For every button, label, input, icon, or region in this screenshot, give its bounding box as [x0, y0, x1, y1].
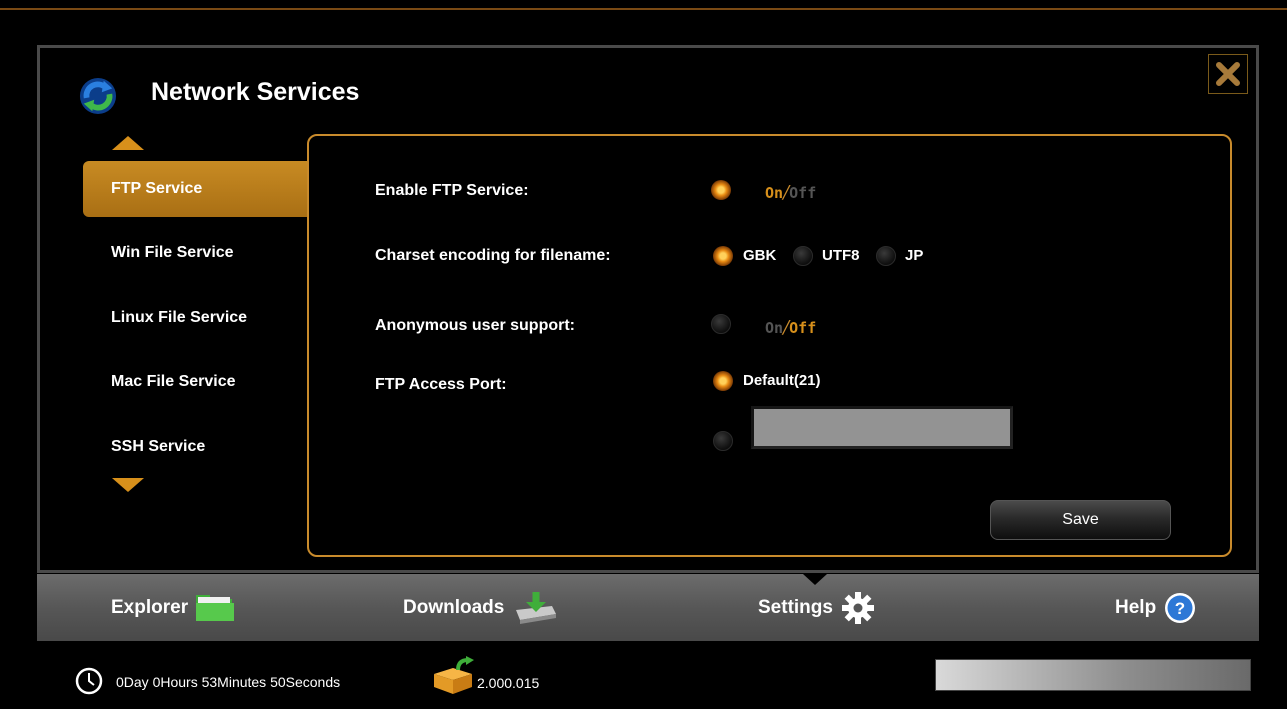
- close-icon: [1216, 62, 1240, 86]
- anonymous-off-text: Off: [789, 319, 817, 337]
- nav-tab-downloads[interactable]: Downloads: [403, 591, 558, 625]
- scroll-down-arrow-icon[interactable]: [112, 478, 144, 492]
- sidebar-item-win-file-service[interactable]: Win File Service: [83, 225, 307, 281]
- gear-icon: [841, 592, 874, 624]
- nav-tab-help-label: Help: [1115, 597, 1157, 618]
- charset-gbk-label: GBK: [743, 247, 777, 264]
- uptime-text: 0Day 0Hours 53Minutes 50Seconds: [116, 674, 341, 690]
- port-custom-input[interactable]: [751, 406, 1013, 449]
- enable-ftp-radio[interactable]: [711, 180, 731, 200]
- enable-ftp-toggle[interactable]: On/Off: [765, 182, 816, 203]
- save-button[interactable]: Save: [990, 500, 1171, 540]
- nav-tab-settings-label: Settings: [758, 597, 833, 618]
- nav-tab-downloads-label: Downloads: [403, 597, 505, 618]
- active-tab-pointer: [803, 574, 827, 585]
- enable-ftp-off-text: Off: [789, 184, 817, 202]
- charset-jp-radio[interactable]: [876, 246, 896, 266]
- nav-tab-explorer[interactable]: Explorer: [111, 591, 235, 625]
- charset-utf8-radio[interactable]: [793, 246, 813, 266]
- charset-jp-label: JP: [905, 247, 924, 264]
- enable-ftp-on-text: On: [765, 184, 784, 202]
- sync-logo-icon: [79, 77, 117, 115]
- charset-label: Charset encoding for filename:: [375, 247, 611, 264]
- folder-icon: [196, 595, 235, 621]
- download-icon: [516, 592, 557, 624]
- scroll-up-arrow-icon[interactable]: [112, 136, 144, 150]
- help-icon: ?: [1165, 593, 1196, 623]
- status-progress-bar: [935, 659, 1251, 691]
- ftp-settings-content: Enable FTP Service: On/Off Charset encod…: [307, 134, 1232, 557]
- port-default-label: Default(21): [743, 372, 821, 389]
- port-custom-radio[interactable]: [713, 431, 733, 451]
- nav-tab-settings[interactable]: Settings: [758, 591, 875, 625]
- clock-icon: [75, 667, 103, 695]
- sidebar-item-ssh-service[interactable]: SSH Service: [83, 419, 307, 475]
- svg-text:?: ?: [1175, 599, 1185, 618]
- sidebar-item-linux-file-service[interactable]: Linux File Service: [83, 290, 307, 346]
- page-title: Network Services: [151, 78, 360, 106]
- package-update-icon: [434, 656, 474, 694]
- charset-gbk-radio[interactable]: [713, 246, 733, 266]
- close-button[interactable]: [1208, 54, 1248, 94]
- bottom-nav: Explorer Downloads Settings Help ?: [37, 574, 1259, 641]
- port-default-radio[interactable]: [713, 371, 733, 391]
- sidebar-item-ftp-service[interactable]: FTP Service: [83, 161, 307, 217]
- anonymous-user-radio[interactable]: [711, 314, 731, 334]
- charset-utf8-label: UTF8: [822, 247, 860, 264]
- version-text: 2.000.015: [477, 675, 540, 691]
- nav-tab-help[interactable]: Help ?: [1115, 591, 1196, 625]
- ftp-port-label: FTP Access Port:: [375, 376, 507, 393]
- anonymous-on-text: On: [765, 319, 784, 337]
- top-strip: [0, 0, 1287, 10]
- nav-tab-explorer-label: Explorer: [111, 597, 189, 618]
- enable-ftp-label: Enable FTP Service:: [375, 182, 529, 199]
- anonymous-user-label: Anonymous user support:: [375, 317, 576, 334]
- anonymous-user-toggle[interactable]: On/Off: [765, 317, 816, 338]
- sidebar-item-mac-file-service[interactable]: Mac File Service: [83, 354, 307, 410]
- network-services-panel: Network Services FTP Service Win File Se…: [37, 45, 1259, 573]
